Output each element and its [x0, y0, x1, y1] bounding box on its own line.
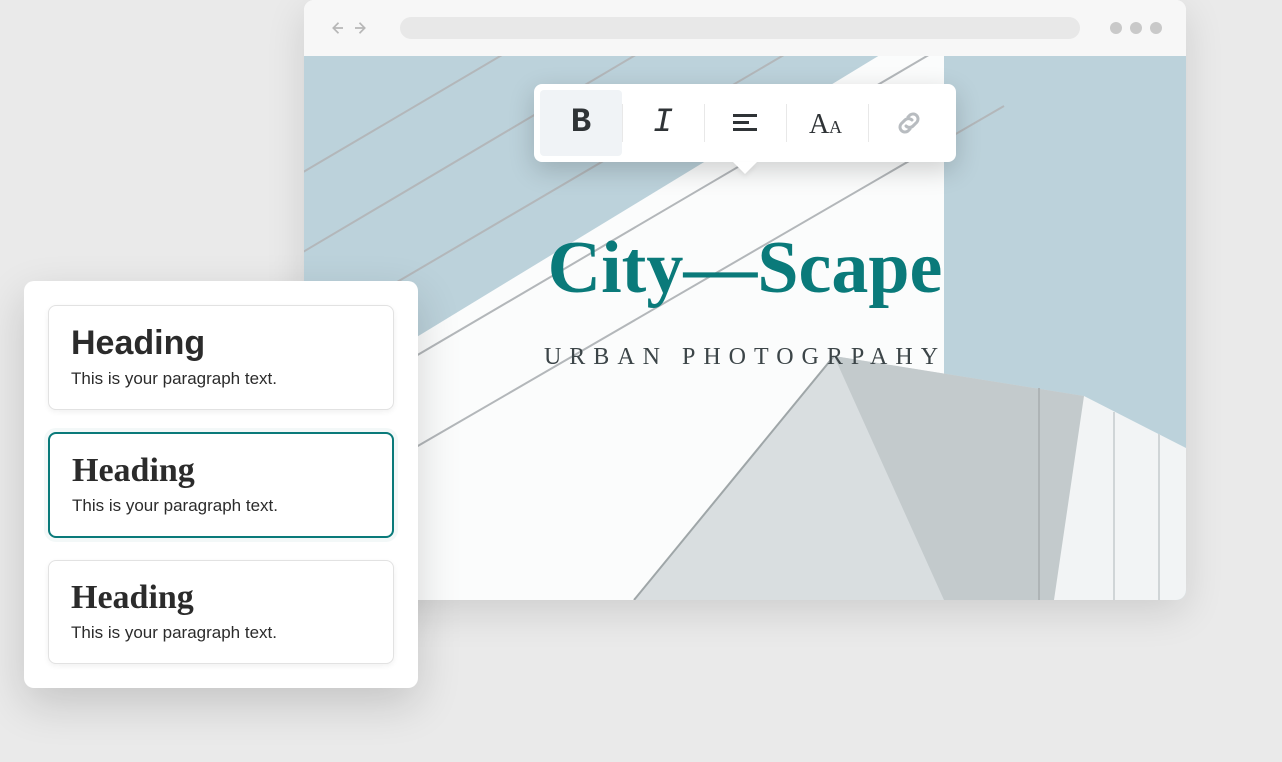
nav-back-button[interactable]: [328, 19, 346, 37]
font-option-card[interactable]: Heading This is your paragraph text.: [48, 305, 394, 410]
hero-subtitle[interactable]: URBAN PHOTOGRPAHY: [304, 344, 1186, 371]
font-style-picker: Heading This is your paragraph text. Hea…: [24, 281, 418, 688]
arrow-left-icon: [328, 19, 346, 37]
url-bar[interactable]: [400, 17, 1080, 39]
bold-icon: B: [571, 104, 591, 142]
font-option-paragraph: This is your paragraph text.: [71, 369, 371, 389]
font-option-heading: Heading: [72, 452, 370, 490]
font-option-paragraph: This is your paragraph text.: [72, 496, 370, 516]
nav-forward-button[interactable]: [352, 19, 370, 37]
font-option-card[interactable]: Heading This is your paragraph text.: [48, 560, 394, 664]
align-button[interactable]: [704, 90, 786, 156]
font-size-button[interactable]: A A: [786, 90, 868, 156]
svg-text:A: A: [809, 109, 830, 139]
nav-arrows: [328, 19, 370, 37]
font-option-heading: Heading: [71, 579, 371, 617]
window-dot-icon: [1130, 22, 1142, 34]
window-dots: [1110, 22, 1162, 34]
font-option-heading: Heading: [71, 324, 371, 363]
link-icon: [893, 107, 925, 139]
window-dot-icon: [1150, 22, 1162, 34]
font-option-paragraph: This is your paragraph text.: [71, 623, 371, 643]
arrow-right-icon: [352, 19, 370, 37]
align-left-icon: [729, 107, 761, 139]
bold-button[interactable]: B: [540, 90, 622, 156]
hero-title[interactable]: City—Scape: [304, 226, 1186, 311]
italic-icon: I: [653, 104, 673, 142]
browser-content: B I A A: [304, 56, 1186, 600]
text-format-toolbar: B I A A: [534, 84, 956, 162]
italic-button[interactable]: I: [622, 90, 704, 156]
browser-window: B I A A: [304, 0, 1186, 600]
browser-chrome-bar: [304, 0, 1186, 56]
svg-text:A: A: [829, 117, 842, 137]
link-button[interactable]: [868, 90, 950, 156]
font-size-icon: A A: [806, 107, 848, 139]
window-dot-icon: [1110, 22, 1122, 34]
font-option-card[interactable]: Heading This is your paragraph text.: [48, 432, 394, 538]
